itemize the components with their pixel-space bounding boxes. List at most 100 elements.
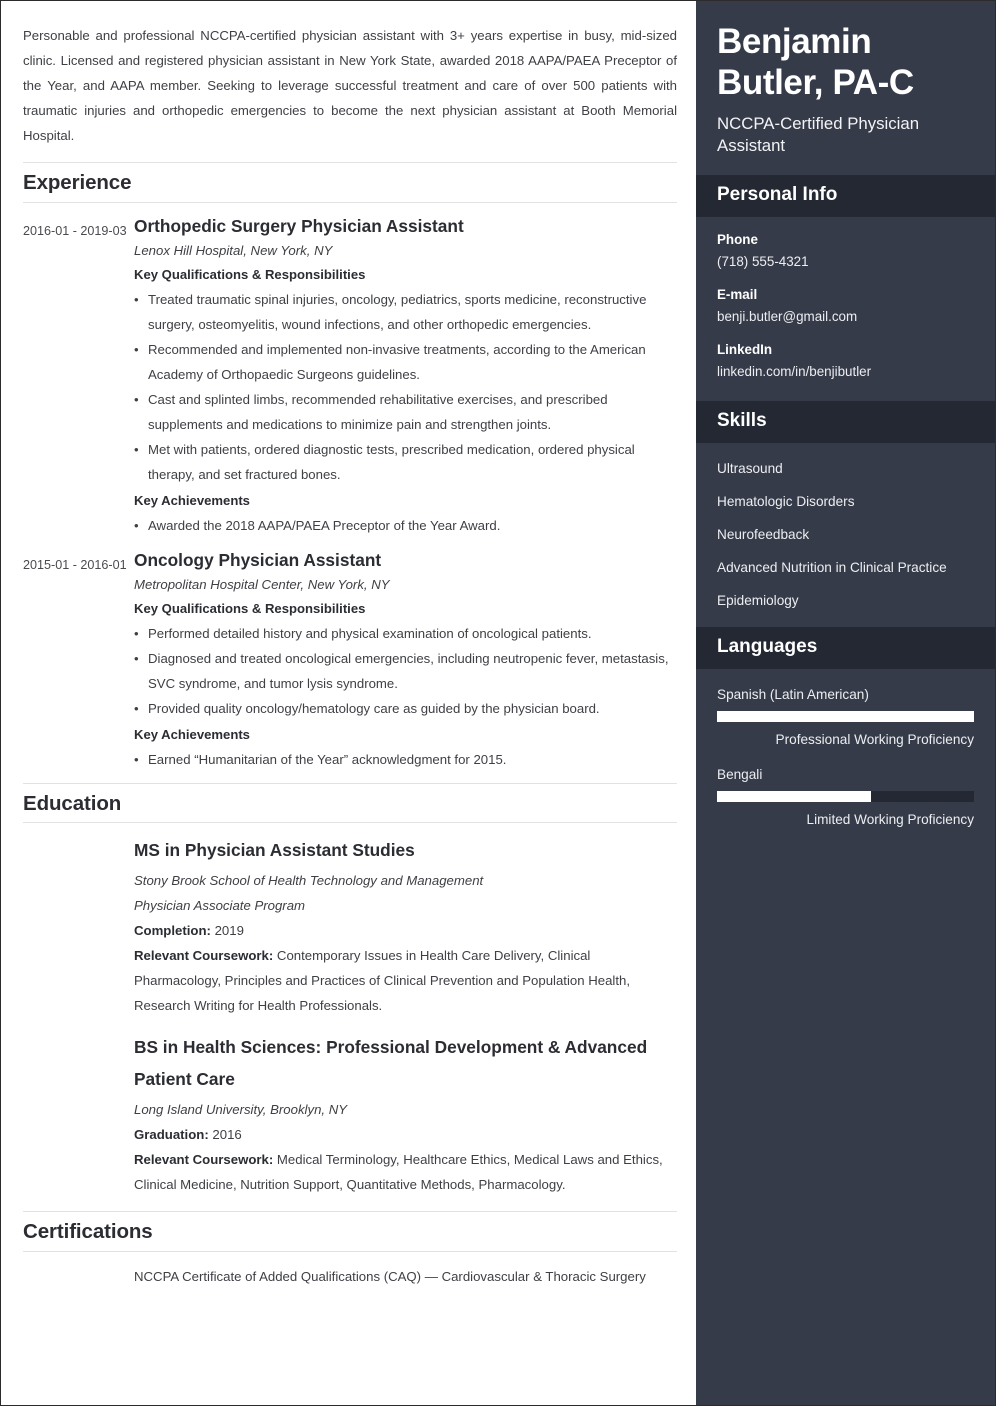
languages-body: Spanish (Latin American) Professional Wo… <box>696 669 995 848</box>
section-title: Experience <box>23 171 132 194</box>
list-item: Performed detailed history and physical … <box>134 621 677 646</box>
contact-email: E-mail benji.butler@gmail.com <box>717 285 974 327</box>
job-employer: Lenox Hill Hospital, New York, NY <box>134 242 333 258</box>
list-item: Diagnosed and treated oncological emerge… <box>134 646 677 696</box>
list-item: Awarded the 2018 AAPA/PAEA Preceptor of … <box>134 513 677 538</box>
personal-info-header: Personal Info <box>696 174 995 217</box>
proficiency-label: Limited Working Proficiency <box>806 811 974 827</box>
language-name: Bengali <box>717 766 763 782</box>
experience-section: Experience 2016-01 - 2019-03 Orthopedic … <box>23 162 677 775</box>
degree-title: MS in Physician Assistant Studies <box>134 840 415 861</box>
sidebar-section-title: Languages <box>717 636 818 658</box>
proficiency-bar <box>717 710 974 722</box>
school-name: Long Island University, Brooklyn, NY <box>134 1102 348 1118</box>
contact-label: Phone <box>717 231 758 247</box>
main-column: Personable and professional NCCPA-certif… <box>1 1 696 1405</box>
certifications-section: Certifications NCCPA Certificate of Adde… <box>23 1211 677 1289</box>
completion-label: Completion: <box>134 923 211 939</box>
job-employer: Metropolitan Hospital Center, New York, … <box>134 576 390 592</box>
entry-dates: 2015-01 - 2016-01 <box>23 557 127 572</box>
certification-gutter <box>23 1264 134 1289</box>
sidebar: Benjamin Butler, PA-C NCCPA-Certified Ph… <box>696 1 995 1405</box>
coursework-line: Relevant Coursework: Contemporary Issues… <box>134 943 677 1018</box>
achievements-list: Earned “Humanitarian of the Year” acknow… <box>134 747 677 772</box>
qualifications-label: Key Qualifications & Responsibilities <box>134 600 366 616</box>
achievements-list: Awarded the 2018 AAPA/PAEA Preceptor of … <box>134 513 677 538</box>
section-title: Certifications <box>23 1220 153 1244</box>
list-item: Advanced Nutrition in Clinical Practice <box>717 560 947 576</box>
resume-page: Personable and professional NCCPA-certif… <box>0 0 996 1406</box>
contact-value[interactable]: (718) 555-4321 <box>717 251 974 272</box>
coursework-line: Relevant Coursework: Medical Terminology… <box>134 1147 677 1197</box>
list-item: Neurofeedback <box>717 527 810 543</box>
school-name: Stony Brook School of Health Technology … <box>134 873 484 889</box>
language-name: Spanish (Latin American) <box>717 686 869 702</box>
degree-title: BS in Health Sciences: Professional Deve… <box>134 1037 648 1090</box>
sidebar-header: Benjamin Butler, PA-C NCCPA-Certified Ph… <box>696 1 995 175</box>
experience-section-header: Experience <box>23 162 677 203</box>
education-entry: BS in Health Sciences: Professional Deve… <box>23 1032 677 1197</box>
list-item: Hematologic Disorders <box>717 494 855 510</box>
list-item: Treated traumatic spinal injuries, oncol… <box>134 287 677 337</box>
proficiency-label: Professional Working Proficiency <box>775 731 974 747</box>
contact-label: E-mail <box>717 286 758 302</box>
professional-summary: Personable and professional NCCPA-certif… <box>23 28 677 143</box>
completion-line: Completion: 2019 <box>134 918 677 943</box>
section-title: Education <box>23 791 122 815</box>
education-gutter <box>23 1032 134 1197</box>
job-title: Orthopedic Surgery Physician Assistant <box>134 215 464 236</box>
qualifications-list: Treated traumatic spinal injuries, oncol… <box>134 287 677 487</box>
proficiency-bar <box>717 790 974 802</box>
graduation-line: Graduation: 2016 <box>134 1122 677 1147</box>
graduation-label: Graduation: <box>134 1127 209 1143</box>
entry-body: Orthopedic Surgery Physician Assistant L… <box>134 215 677 541</box>
experience-list: 2016-01 - 2019-03 Orthopedic Surgery Phy… <box>23 215 677 775</box>
sidebar-section-title: Personal Info <box>717 183 838 205</box>
list-item: Met with patients, ordered diagnostic te… <box>134 437 677 487</box>
education-entry: MS in Physician Assistant Studies Stony … <box>23 835 677 1018</box>
entry-dates: 2016-01 - 2019-03 <box>23 223 127 238</box>
education-list: MS in Physician Assistant Studies Stony … <box>23 835 677 1197</box>
education-gutter <box>23 835 134 1018</box>
certification-text: NCCPA Certificate of Added Qualification… <box>134 1268 646 1284</box>
personal-info-body: Phone (718) 555-4321 E-mail benji.butler… <box>696 217 995 402</box>
certification-entry: NCCPA Certificate of Added Qualification… <box>23 1264 677 1289</box>
list-item: Earned “Humanitarian of the Year” acknow… <box>134 747 677 772</box>
entry-body: BS in Health Sciences: Professional Deve… <box>134 1032 677 1197</box>
education-section-header: Education <box>23 782 677 824</box>
skills-header: Skills <box>696 401 995 444</box>
contact-phone: Phone (718) 555-4321 <box>717 230 974 272</box>
coursework-label: Relevant Coursework: <box>134 1152 274 1168</box>
coursework-label: Relevant Coursework: <box>134 948 274 964</box>
experience-entry: 2016-01 - 2019-03 Orthopedic Surgery Phy… <box>23 215 677 541</box>
education-section: Education MS in Physician Assistant Stud… <box>23 782 677 1197</box>
qualifications-list: Performed detailed history and physical … <box>134 621 677 721</box>
proficiency-bar-fill <box>717 710 974 722</box>
list-item: Recommended and implemented non-invasive… <box>134 337 677 387</box>
program-name: Physician Associate Program <box>134 898 306 914</box>
achievements-label: Key Achievements <box>134 726 250 742</box>
candidate-role: NCCPA-Certified Physician Assistant <box>717 113 920 155</box>
language-item: Bengali Limited Working Proficiency <box>717 762 974 832</box>
achievements-label: Key Achievements <box>134 492 250 508</box>
list-item: Provided quality oncology/hematology car… <box>134 696 677 721</box>
list-item: Ultrasound <box>717 461 783 477</box>
qualifications-label: Key Qualifications & Responsibilities <box>134 266 366 282</box>
entry-body: MS in Physician Assistant Studies Stony … <box>134 835 677 1018</box>
contact-value[interactable]: benji.butler@gmail.com <box>717 306 974 327</box>
contact-linkedin: LinkedIn linkedin.com/in/benjibutler <box>717 340 974 382</box>
completion-value: 2019 <box>214 923 244 939</box>
proficiency-bar-fill <box>717 790 872 802</box>
list-item: Epidemiology <box>717 593 799 609</box>
sidebar-section-title: Skills <box>717 410 767 432</box>
languages-header: Languages <box>696 627 995 669</box>
candidate-name: Benjamin Butler, PA-C <box>717 22 914 103</box>
language-item: Spanish (Latin American) Professional Wo… <box>717 682 974 752</box>
certifications-section-header: Certifications <box>23 1211 677 1252</box>
contact-label: LinkedIn <box>717 342 773 358</box>
skills-body: Ultrasound Hematologic Disorders Neurofe… <box>696 443 995 627</box>
contact-value[interactable]: linkedin.com/in/benjibutler <box>717 361 974 382</box>
entry-body: NCCPA Certificate of Added Qualification… <box>134 1264 677 1289</box>
entry-body: Oncology Physician Assistant Metropolita… <box>134 549 677 775</box>
graduation-value: 2016 <box>212 1127 242 1143</box>
